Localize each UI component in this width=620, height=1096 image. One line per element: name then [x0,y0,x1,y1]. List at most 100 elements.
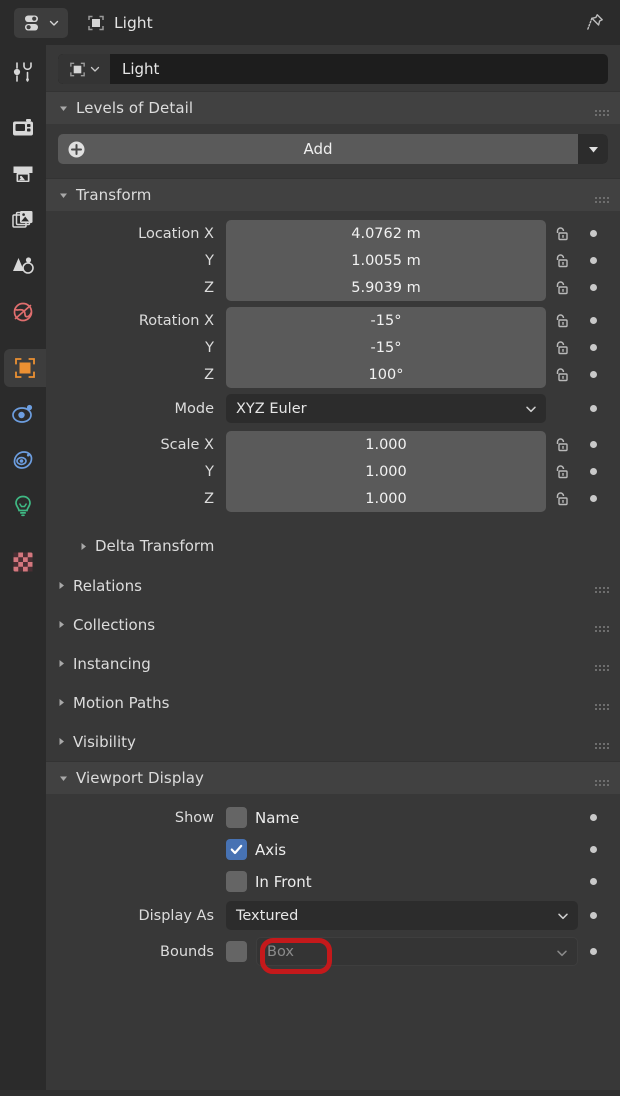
panel-title: Motion Paths [73,693,170,712]
panel-header-transform[interactable]: Transform [46,178,620,211]
animate-dot [589,405,597,412]
rotation-y-lock[interactable] [546,339,578,357]
scale-x-field[interactable]: 1.000 [226,431,546,458]
panel-header-collections[interactable]: Collections [46,605,620,644]
add-lod-button[interactable]: Add [58,134,608,164]
panel-header-instancing[interactable]: Instancing [46,644,620,683]
sidebar-item-view-layer[interactable] [4,201,42,239]
rotation-mode-animate[interactable] [578,405,608,412]
location-y-lock[interactable] [546,252,578,270]
rotation-x-animate[interactable] [578,317,608,324]
panel-header-levels-of-detail[interactable]: Levels of Detail [46,91,620,124]
scale-y-field[interactable]: 1.000 [226,458,546,485]
scale-y-animate[interactable] [578,468,608,475]
object-name-value: Light [122,60,160,78]
properties-editor-icon [25,15,38,30]
show-in-front-checkbox[interactable]: In Front [226,871,578,892]
panel-title: Transform [76,186,152,204]
scale-x-lock[interactable] [546,436,578,454]
unlocked-icon [556,340,568,354]
scale-y-lock[interactable] [546,463,578,481]
animate-dot [589,912,597,919]
scale-x-label: Scale X [160,436,214,453]
sidebar-item-scene[interactable] [4,247,42,285]
triangle-right-icon [56,693,67,712]
bounds-checkbox[interactable] [226,941,247,962]
scale-z-label: Z [204,490,214,507]
sidebar-item-data[interactable] [4,487,42,525]
unlocked-icon [556,437,568,451]
location-y-field[interactable]: 1.0055 m [226,247,546,274]
show-axis-animate[interactable] [578,846,608,853]
scale-z-lock[interactable] [546,490,578,508]
panel-header-relations[interactable]: Relations [46,566,620,605]
location-z-row: Z 5.9039 m [58,274,608,301]
object-name-field[interactable]: Light [58,54,608,84]
display-as-animate[interactable] [578,912,608,919]
panel-header-viewport-display[interactable]: Viewport Display [46,761,620,794]
triangle-right-icon [56,576,67,595]
id-type-selector[interactable] [58,54,110,84]
show-name-checkbox[interactable]: Name [226,807,578,828]
editor-type-selector[interactable] [14,7,68,38]
show-name-animate[interactable] [578,814,608,821]
sidebar-item-object[interactable] [4,349,46,387]
panel-header-visibility[interactable]: Visibility [46,722,620,761]
sidebar-item-world[interactable] [4,293,42,331]
scale-x-row: Scale X 1.000 [58,431,608,458]
rotation-x-lock[interactable] [546,312,578,330]
chevron-down-icon [525,403,537,419]
location-z-label: Z [204,279,214,296]
constraint-icon [13,451,33,469]
unlocked-icon [556,313,568,327]
location-x-animate[interactable] [578,230,608,237]
rotation-z-field[interactable]: 100° [226,361,546,388]
show-axis-checkbox[interactable]: Axis [226,839,578,860]
sidebar-item-tool[interactable] [4,53,42,91]
location-y-animate[interactable] [578,257,608,264]
location-z-lock[interactable] [546,279,578,297]
rotation-z-lock[interactable] [546,366,578,384]
checker-icon [13,552,33,572]
bounds-type-value: Box [267,943,294,960]
location-x-field[interactable]: 4.0762 m [226,220,546,247]
display-as-dropdown[interactable]: Textured [226,901,578,930]
sidebar-item-constraints[interactable] [4,441,42,479]
rotation-z-animate[interactable] [578,371,608,378]
checkbox-box [226,807,247,828]
scale-x-animate[interactable] [578,441,608,448]
add-lod-menu-button[interactable] [578,134,608,164]
rotation-y-animate[interactable] [578,344,608,351]
sidebar-item-render[interactable] [4,109,42,147]
panel-title: Delta Transform [95,537,215,555]
bounds-animate[interactable] [578,948,608,955]
panel-header-motion-paths[interactable]: Motion Paths [46,683,620,722]
grip-icon [595,191,610,210]
light-bulb-icon [15,495,31,517]
printer-icon [13,166,33,182]
scale-z-field[interactable]: 1.000 [226,485,546,512]
rotation-y-field[interactable]: -15° [226,334,546,361]
show-in-front-animate[interactable] [578,878,608,885]
animate-dot [589,495,597,502]
object-icon [70,62,85,76]
location-z-field[interactable]: 5.9039 m [226,274,546,301]
show-name-row: Show Name [58,804,608,831]
pin-button[interactable] [582,9,608,35]
rotation-x-field[interactable]: -15° [226,307,546,334]
unlocked-icon [556,464,568,478]
bounds-type-dropdown[interactable]: Box [256,937,578,966]
sidebar-item-output[interactable] [4,155,42,193]
chevron-down-icon [557,910,569,926]
sidebar-item-modifiers[interactable] [4,395,42,433]
location-x-lock[interactable] [546,225,578,243]
id-block-row: Light [46,45,620,91]
rotation-mode-dropdown[interactable]: XYZ Euler [226,394,546,423]
sidebar-item-texture[interactable] [4,543,42,581]
scale-z-animate[interactable] [578,495,608,502]
location-z-animate[interactable] [578,284,608,291]
bounds-label: Bounds [160,943,214,960]
panel-header-delta-transform[interactable]: Delta Transform [46,526,620,566]
location-x-label: Location X [138,225,214,242]
location-y-label: Y [205,252,214,269]
